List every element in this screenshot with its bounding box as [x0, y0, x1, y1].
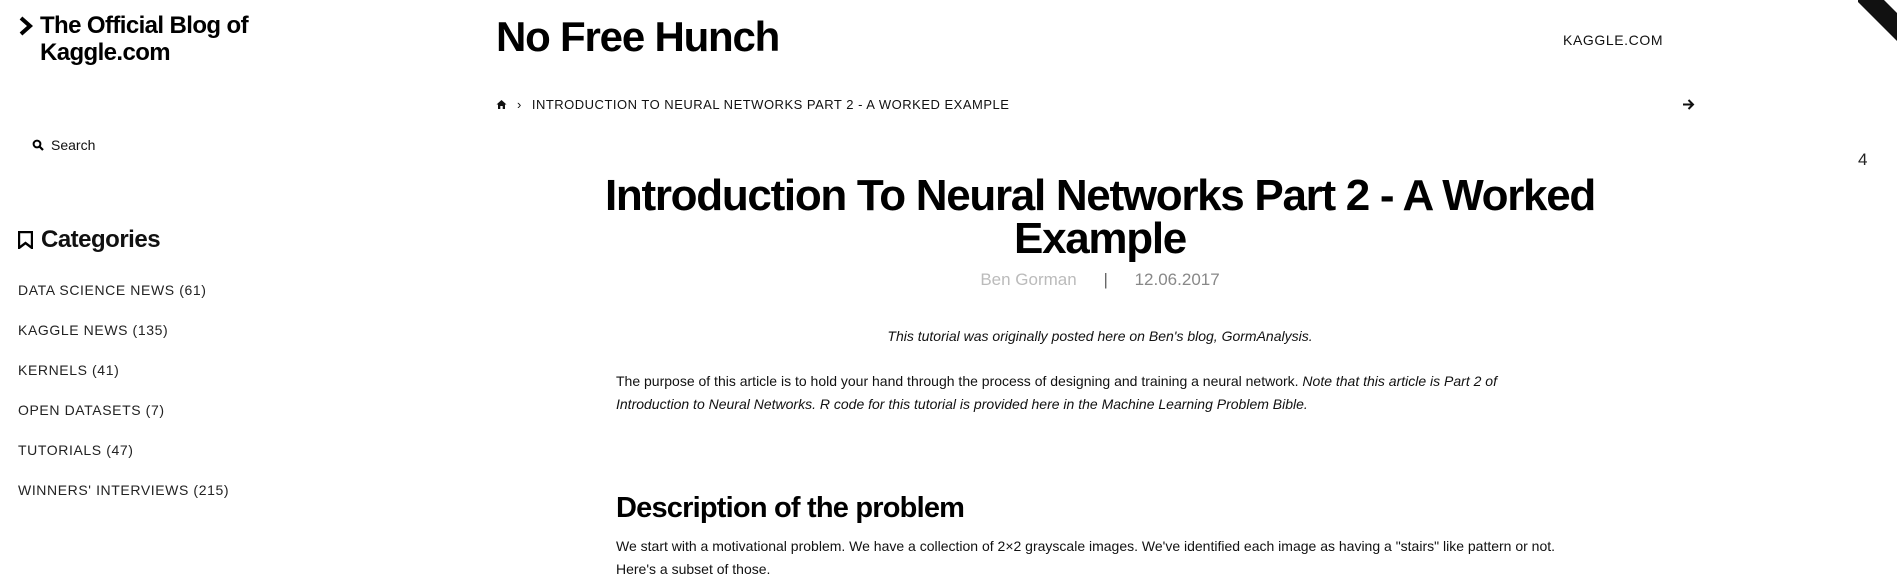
chevron-right-icon — [19, 16, 34, 36]
post-title: Introduction To Neural Networks Part 2 -… — [605, 171, 1596, 263]
breadcrumb-separator-icon: › — [517, 97, 522, 112]
meta-divider: | — [1103, 270, 1108, 289]
categories-heading-text: Categories — [41, 226, 161, 253]
problem-paragraph: We start with a motivational problem. We… — [616, 538, 1556, 577]
intro-paragraph-text: The purpose of this article is to hold y… — [616, 373, 1299, 389]
category-data-science-news[interactable]: DATA SCIENCE NEWS (61) — [18, 280, 229, 320]
category-open-datasets[interactable]: OPEN DATASETS (7) — [18, 400, 229, 440]
sidebar: The Official Blog of Kaggle.com Search C… — [0, 0, 280, 580]
category-tutorials[interactable]: TUTORIALS (47) — [18, 440, 229, 480]
breadcrumb-current: INTRODUCTION TO NEURAL NETWORKS PART 2 -… — [531, 97, 1010, 112]
post-author[interactable]: Ben Gorman — [980, 270, 1076, 289]
page-count: 4 — [1858, 150, 1868, 169]
bookmark-icon — [18, 231, 33, 249]
post-meta: Ben Gorman | 12.06.2017 — [600, 270, 1600, 290]
category-kernels[interactable]: KERNELS (41) — [18, 360, 229, 400]
search-icon — [32, 139, 44, 151]
category-list: DATA SCIENCE NEWS (61) KAGGLE NEWS (135)… — [18, 280, 229, 520]
home-icon[interactable] — [496, 99, 507, 110]
search-label: Search — [51, 137, 96, 153]
category-kaggle-news[interactable]: KAGGLE NEWS (135) — [18, 320, 229, 360]
section-heading: Description of the problem — [616, 492, 965, 524]
post-date: 12.06.2017 — [1134, 270, 1220, 289]
site-title[interactable]: No Free Hunch — [496, 13, 780, 61]
search-button[interactable]: Search — [32, 137, 95, 153]
corner-ribbon-icon[interactable] — [1858, 0, 1897, 48]
intro-paragraph: The purpose of this article is to hold y… — [616, 370, 1536, 416]
blog-title-text: The Official Blog of Kaggle.com — [40, 12, 249, 66]
categories-heading: Categories — [18, 226, 161, 254]
intro-note: This tutorial was originally posted here… — [887, 328, 1313, 344]
arrow-right-icon[interactable] — [1682, 98, 1695, 111]
breadcrumb: › INTRODUCTION TO NEURAL NETWORKS PART 2… — [496, 97, 1009, 112]
blog-title-link[interactable]: The Official Blog of Kaggle.com — [18, 12, 249, 66]
kaggle-link[interactable]: KAGGLE.COM — [1563, 32, 1663, 48]
category-winners-interviews[interactable]: WINNERS' INTERVIEWS (215) — [18, 480, 229, 520]
